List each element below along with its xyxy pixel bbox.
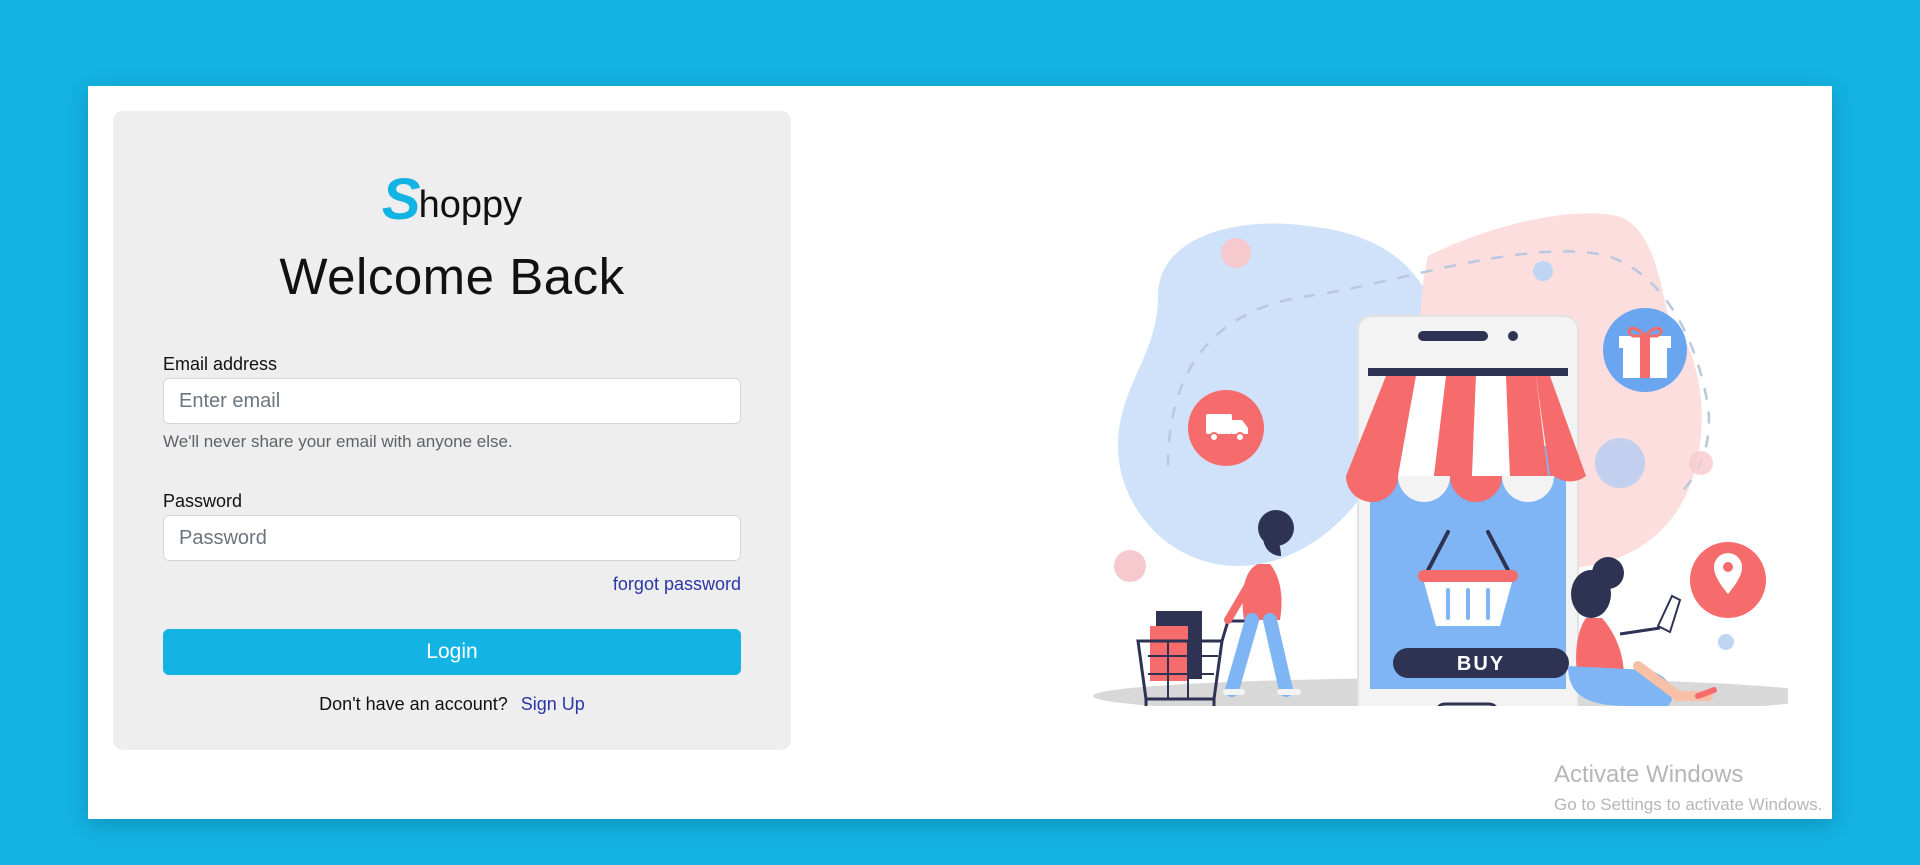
login-button[interactable]: Login bbox=[163, 629, 741, 675]
activate-windows-watermark: Activate Windows Go to Settings to activ… bbox=[1554, 761, 1822, 815]
location-pin-icon bbox=[1690, 542, 1766, 618]
signup-prompt: Don't have an account? bbox=[319, 694, 508, 714]
logo-initial: S bbox=[381, 167, 421, 232]
watermark-subtitle: Go to Settings to activate Windows. bbox=[1554, 795, 1823, 814]
password-field[interactable] bbox=[163, 515, 741, 561]
login-card: Shoppy Welcome Back Email address We'll … bbox=[88, 86, 1832, 819]
shopping-illustration: BUY bbox=[1093, 213, 1788, 706]
signup-link[interactable]: Sign Up bbox=[521, 694, 585, 714]
phone-store: BUY bbox=[1346, 315, 1586, 706]
forgot-password-link[interactable]: forgot password bbox=[613, 574, 741, 595]
truck-icon bbox=[1188, 390, 1264, 466]
watermark-title: Activate Windows bbox=[1554, 761, 1744, 788]
email-help-text: We'll never share your email with anyone… bbox=[163, 432, 513, 451]
page-title: Welcome Back bbox=[279, 248, 625, 305]
password-label: Password bbox=[163, 491, 243, 511]
email-label: Email address bbox=[163, 354, 278, 374]
signup-row: Don't have an account? Sign Up bbox=[113, 694, 791, 715]
email-field[interactable] bbox=[163, 378, 741, 424]
logo-text: hoppy bbox=[418, 184, 523, 226]
shoppy-logo: Shoppy bbox=[113, 171, 791, 229]
login-form-panel: Shoppy Welcome Back Email address We'll … bbox=[113, 111, 791, 750]
buy-label: BUY bbox=[1457, 653, 1505, 675]
gift-icon bbox=[1603, 308, 1687, 392]
